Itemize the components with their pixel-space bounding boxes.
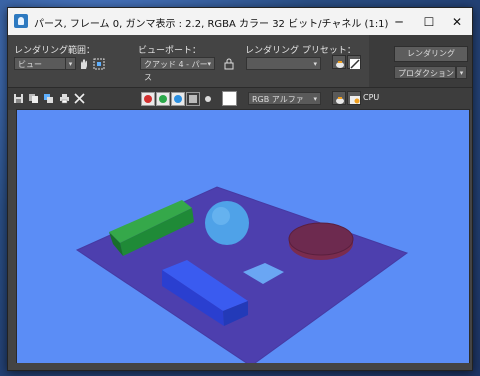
render-mode-value: プロダクション <box>398 69 454 78</box>
edit-region-button[interactable] <box>77 56 91 70</box>
area-to-render-label: レンダリング範囲： <box>14 46 96 56</box>
title-bar: パース, フレーム 0, ガンマ表示 : 2.2, RGBA カラー 32 ビッ… <box>8 8 472 35</box>
rendered-scene <box>75 186 409 364</box>
teapot-icon <box>336 97 344 104</box>
environment-button[interactable] <box>347 55 361 69</box>
close-icon: ✕ <box>451 14 463 29</box>
red-channel-icon <box>144 95 152 103</box>
render-frame-window: パース, フレーム 0, ガンマ表示 : 2.2, RGBA カラー 32 ビッ… <box>7 7 473 371</box>
sphere <box>205 201 249 245</box>
region-select-icon <box>93 58 105 70</box>
red-channel-toggle[interactable] <box>141 92 155 106</box>
viewport-dropdown[interactable]: クアッド 4 - パース ▾ <box>140 57 215 82</box>
clear-icon <box>74 93 85 104</box>
render-window-icon <box>350 96 360 104</box>
chevron-down-icon: ▾ <box>207 60 211 68</box>
blue-channel-toggle[interactable] <box>171 92 185 106</box>
render-settings-toolbar: レンダリング範囲： ビュー ▾ ビューポート： クアッド 4 - パース ▾ レ… <box>8 35 472 87</box>
green-channel-toggle[interactable] <box>156 92 170 106</box>
clear-image-button[interactable] <box>74 93 85 104</box>
lock-icon <box>224 58 234 70</box>
clone-icon <box>44 94 53 103</box>
app-icon <box>14 14 28 28</box>
render-mode-arrow[interactable]: ▾ <box>456 66 467 79</box>
maximize-icon: ☐ <box>423 14 435 29</box>
display-channel-value: RGB アルファ <box>252 95 304 104</box>
environment-icon <box>350 59 360 69</box>
cpu-label: CPU <box>363 93 380 102</box>
teapot-icon <box>336 61 344 68</box>
sphere-highlight <box>212 207 230 225</box>
hand-icon <box>81 59 87 69</box>
status-strip <box>8 363 472 370</box>
green-channel-icon <box>159 95 167 103</box>
render-window-toggle[interactable] <box>347 91 361 105</box>
cylinder-top <box>288 222 354 256</box>
lock-viewport-button[interactable] <box>222 56 236 70</box>
render-button-label: レンダリング <box>407 49 455 58</box>
copy-icon <box>29 94 38 103</box>
clone-frame-button[interactable] <box>43 93 54 104</box>
render-preset-dropdown[interactable]: ▾ <box>246 57 321 70</box>
render-mode-dropdown[interactable]: プロダクション <box>394 66 456 79</box>
viewport-value: クアッド 4 - パース <box>144 60 208 82</box>
close-button[interactable]: ✕ <box>442 8 472 35</box>
display-toolbar: RGB アルファ ▾ CPU <box>8 87 472 110</box>
minimize-icon: ─ <box>395 14 403 29</box>
area-to-render-value: ビュー <box>18 60 42 69</box>
viewport-label: ビューポート： <box>138 46 202 56</box>
save-image-button[interactable] <box>13 93 24 104</box>
minimize-button[interactable]: ─ <box>384 8 414 35</box>
chevron-down-icon: ▾ <box>68 60 73 68</box>
print-image-button[interactable] <box>59 93 70 104</box>
window-title: パース, フレーム 0, ガンマ表示 : 2.2, RGBA カラー 32 ビッ… <box>34 19 389 30</box>
area-to-render-dropdown[interactable]: ビュー <box>14 57 66 70</box>
chevron-down-icon: ▾ <box>313 60 317 68</box>
display-channel-dropdown[interactable]: RGB アルファ ▾ <box>248 92 321 105</box>
render-setup-button[interactable] <box>332 55 346 69</box>
monochrome-icon[interactable] <box>205 96 211 102</box>
render-button[interactable]: レンダリング <box>394 46 468 62</box>
save-icon <box>14 94 23 103</box>
render-setup-toggle[interactable] <box>332 91 346 105</box>
chevron-down-icon: ▾ <box>459 69 464 77</box>
auto-region-button[interactable] <box>92 56 106 70</box>
chevron-down-icon: ▾ <box>313 95 317 103</box>
area-dropdown-arrow[interactable]: ▾ <box>65 57 76 70</box>
print-icon <box>60 94 69 104</box>
swatch-button[interactable] <box>222 91 237 106</box>
maximize-button[interactable]: ☐ <box>414 8 444 35</box>
copy-image-button[interactable] <box>28 93 39 104</box>
render-viewport <box>16 109 470 365</box>
alpha-channel-toggle[interactable] <box>186 92 200 106</box>
blue-channel-icon <box>174 95 182 103</box>
alpha-channel-icon <box>189 95 197 103</box>
